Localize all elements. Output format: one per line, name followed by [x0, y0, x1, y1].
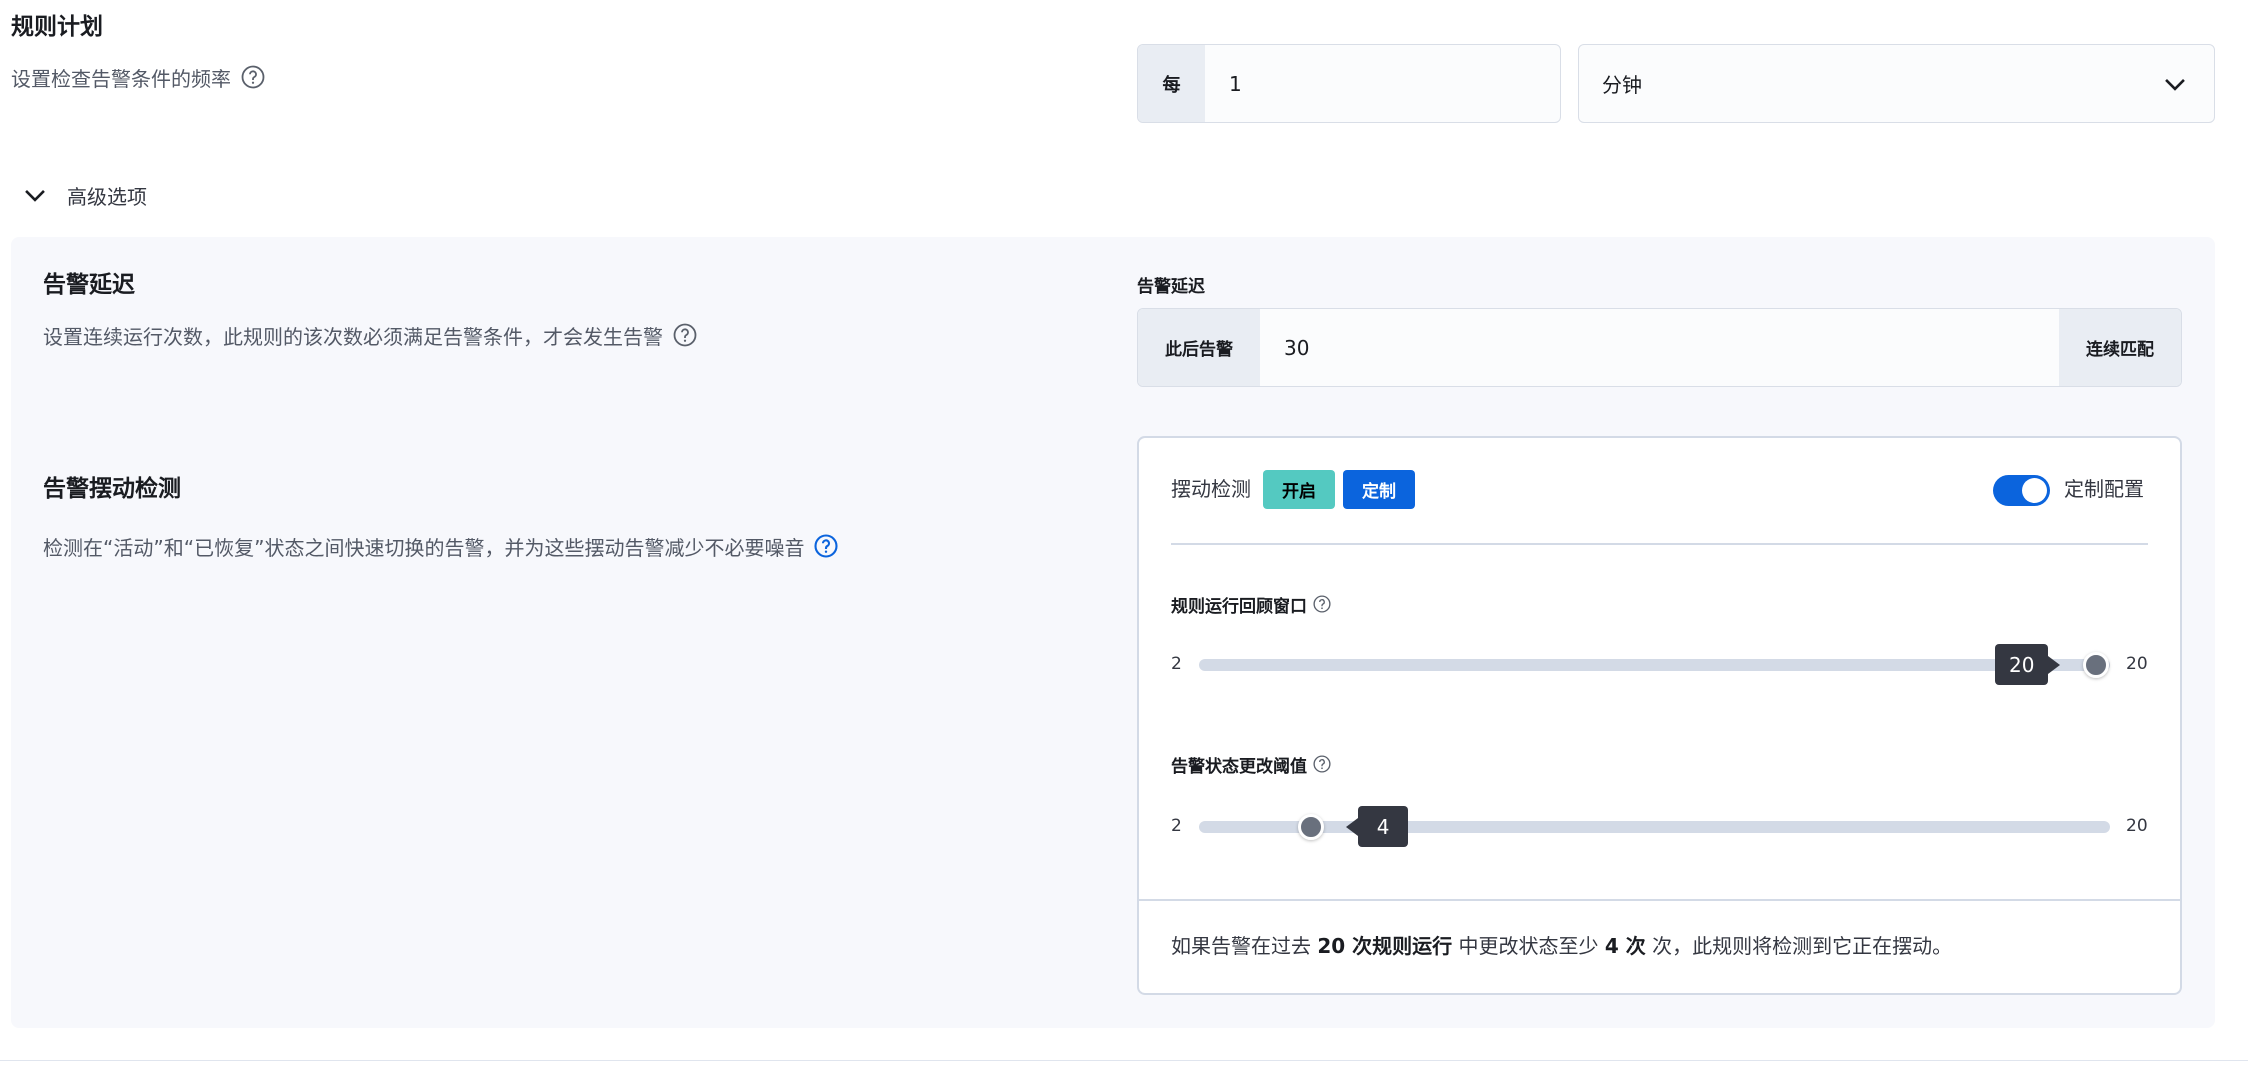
alert-delay-input[interactable]	[1260, 309, 2059, 386]
every-prefix: 每	[1138, 45, 1205, 122]
look-back-window-label: 规则运行回顾窗口	[1171, 596, 1307, 617]
slider-track[interactable]	[1199, 821, 2110, 833]
summary-text: 中更改状态至少	[1452, 934, 1605, 958]
chevron-down-icon	[22, 182, 48, 208]
slider-value-tooltip: 20	[1995, 644, 2062, 685]
rule-schedule-description: 设置检查告警条件的频率	[11, 66, 231, 91]
threshold-label: 告警状态更改阈值	[1171, 756, 1307, 777]
help-icon[interactable]	[673, 323, 697, 347]
flapping-description: 检测在“活动”和“已恢复”状态之间快速切换的告警，并为这些摆动告警减少不必要噪音	[43, 535, 805, 560]
status-badge-custom: 定制	[1343, 470, 1415, 509]
help-icon[interactable]	[814, 534, 839, 558]
summary-text: 次，此规则将检测到它正在摆动。	[1645, 934, 1953, 958]
slider-value-tooltip: 4	[1346, 806, 1409, 847]
status-badge-on: 开启	[1263, 470, 1335, 509]
custom-config-label: 定制配置	[2064, 477, 2144, 501]
threshold-slider: 2 4 20	[1139, 806, 2180, 847]
advanced-options-toggle[interactable]: 高级选项	[22, 180, 147, 210]
card-footer-divider	[1139, 899, 2180, 901]
alert-delay-title: 告警延迟	[43, 272, 135, 298]
summary-text: 如果告警在过去	[1171, 934, 1318, 958]
flapping-detection-label: 摆动检测	[1171, 477, 1251, 501]
slider-track[interactable]	[1199, 659, 2110, 671]
custom-config-toggle[interactable]	[1993, 475, 2050, 506]
slider-min-label: 2	[1171, 816, 1182, 836]
look-back-window-label-row: 规则运行回顾窗口	[1171, 592, 1331, 617]
alert-delay-description: 设置连续运行次数，此规则的该次数必须满足告警条件，才会发生告警	[43, 324, 663, 349]
flapping-settings-card: 摆动检测 开启 定制 定制配置 规则运行回顾窗口 2 20 20 告警状态更改阈…	[1137, 436, 2182, 995]
help-icon[interactable]	[1313, 595, 1331, 613]
alert-delay-field-label: 告警延迟	[1137, 277, 1205, 297]
alert-delay-suffix: 连续匹配	[2059, 309, 2181, 386]
alert-delay-field: 此后告警 连续匹配	[1137, 308, 2182, 387]
flapping-description-row: 检测在“活动”和“已恢复”状态之间快速切换的告警，并为这些摆动告警减少不必要噪音	[43, 531, 839, 561]
interval-unit-value: 分钟	[1602, 73, 1642, 97]
alert-delay-prefix: 此后告警	[1138, 309, 1260, 386]
summary-look-back: 20 次规则运行	[1317, 934, 1453, 958]
advanced-options-label: 高级选项	[67, 184, 147, 209]
slider-max-label: 20	[2126, 654, 2148, 674]
look-back-window-slider: 2 20 20	[1139, 644, 2180, 685]
check-interval-field: 每	[1137, 44, 1561, 123]
chevron-down-icon	[2162, 71, 2188, 97]
card-divider	[1171, 543, 2148, 545]
interval-input[interactable]	[1205, 45, 1560, 122]
help-icon[interactable]	[1313, 755, 1331, 773]
threshold-label-row: 告警状态更改阈值	[1171, 752, 1331, 777]
toggle-knob	[2022, 478, 2047, 503]
rule-schedule-title: 规则计划	[11, 14, 103, 40]
slider-thumb[interactable]	[1298, 814, 1325, 840]
help-icon[interactable]	[241, 65, 265, 89]
rule-schedule-description-row: 设置检查告警条件的频率	[11, 62, 265, 92]
flapping-title: 告警摆动检测	[43, 476, 181, 502]
interval-unit-select[interactable]: 分钟	[1578, 44, 2215, 123]
flapping-summary: 如果告警在过去 20 次规则运行 中更改状态至少 4 次 次，此规则将检测到它正…	[1171, 932, 1952, 960]
alert-delay-description-row: 设置连续运行次数，此规则的该次数必须满足告警条件，才会发生告警	[43, 320, 697, 350]
slider-min-label: 2	[1171, 654, 1182, 674]
slider-max-label: 20	[2126, 816, 2148, 836]
summary-threshold: 4 次	[1604, 934, 1646, 958]
slider-thumb[interactable]	[2083, 652, 2109, 678]
page-bottom-border	[0, 1060, 2248, 1061]
